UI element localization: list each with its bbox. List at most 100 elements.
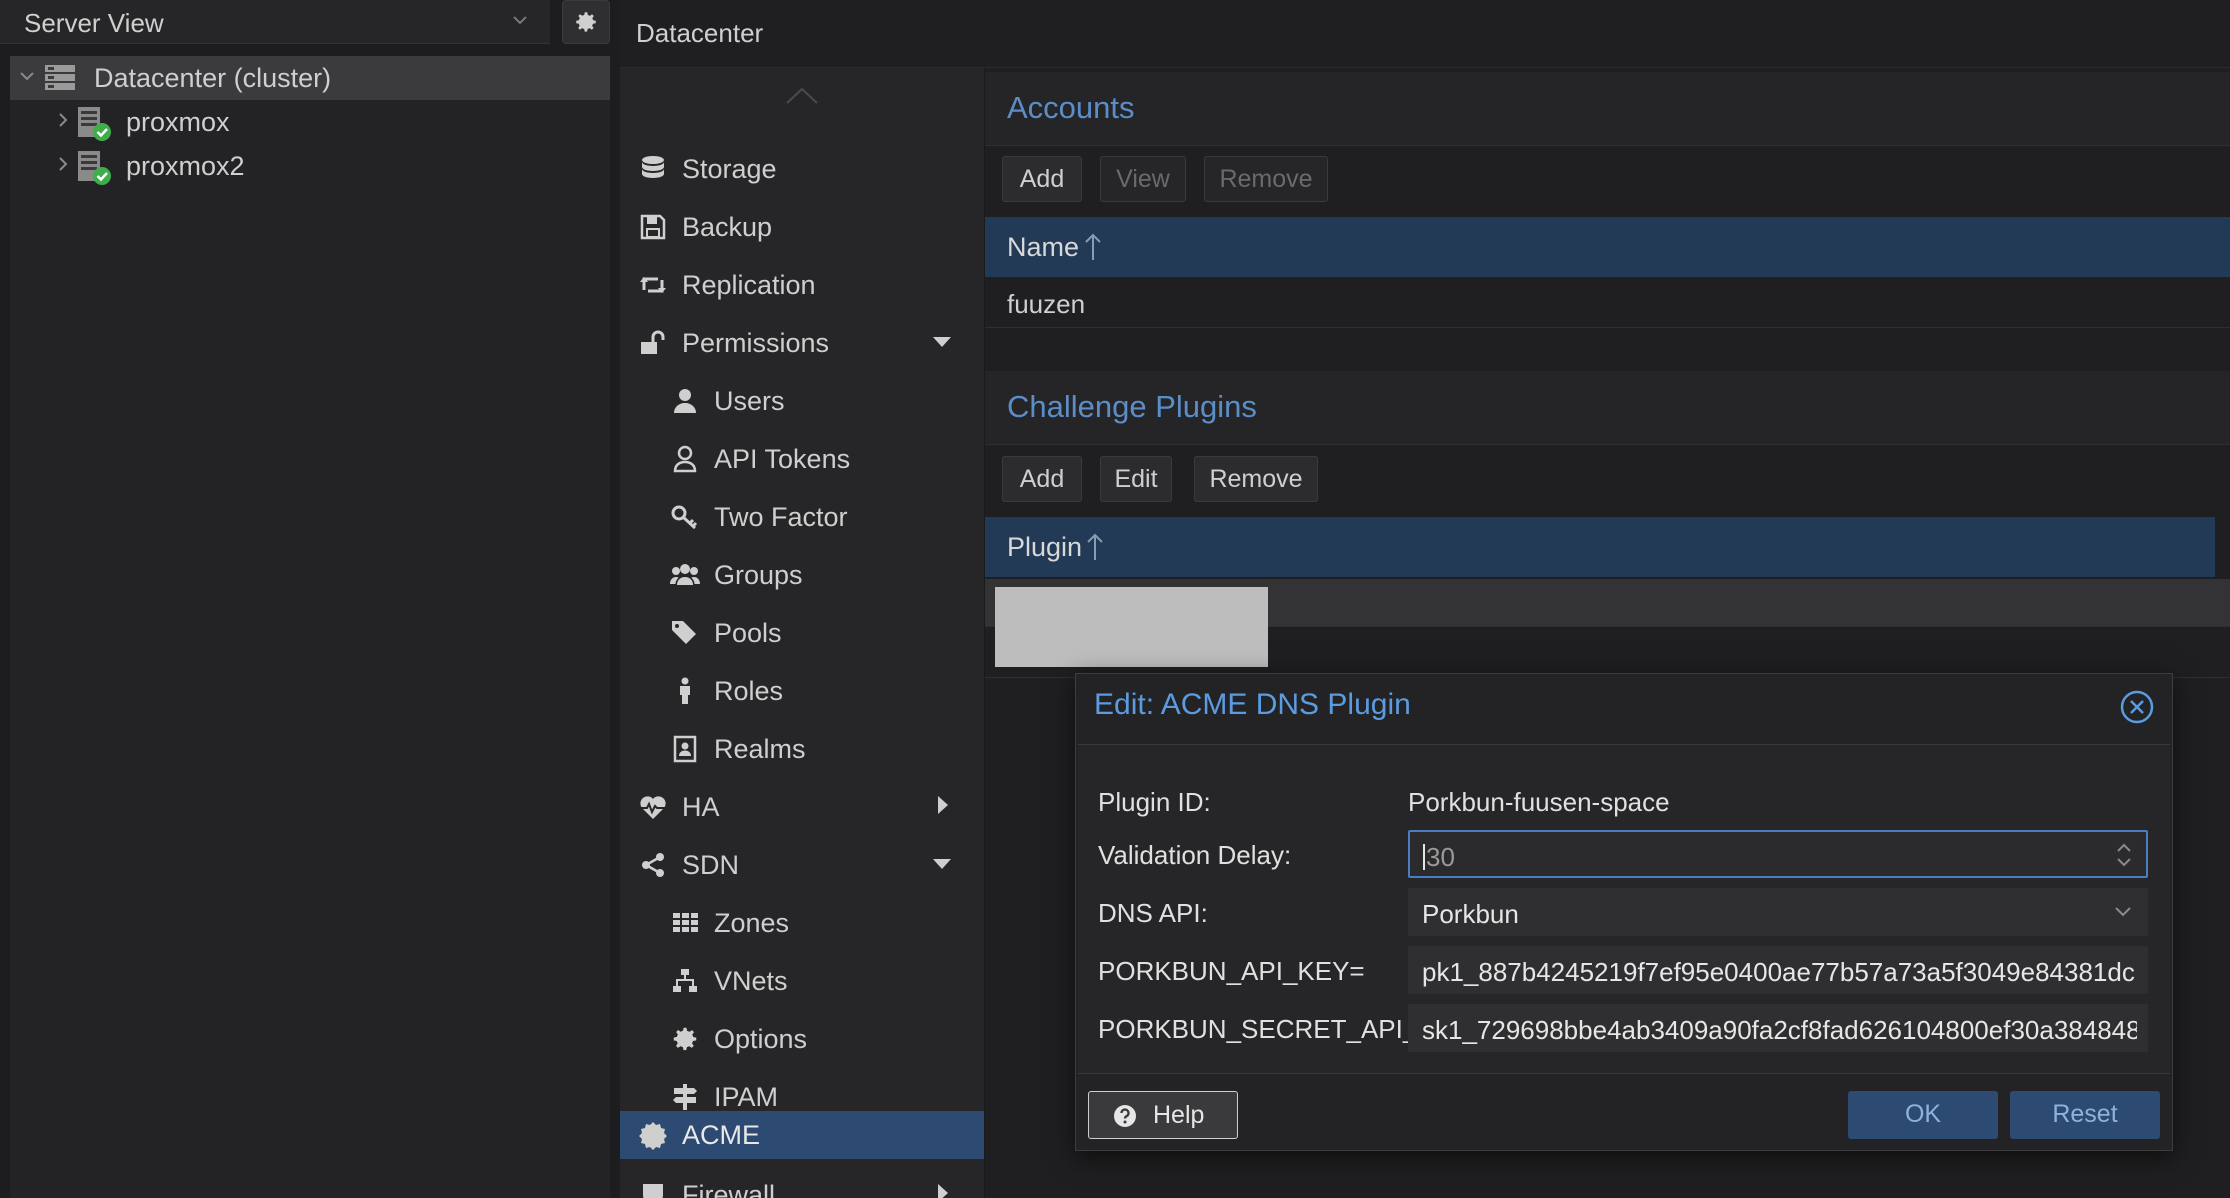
plugin-id-label: Plugin ID: xyxy=(1098,787,1211,817)
nav-label: Replication xyxy=(682,270,816,300)
nav-item-replication[interactable]: Replication xyxy=(620,259,984,309)
question-circle-icon xyxy=(1114,1105,1136,1127)
nav-label: Two Factor xyxy=(714,502,848,532)
text-cursor xyxy=(1423,844,1425,870)
nav-label: Permissions xyxy=(682,328,830,358)
column-header-name[interactable]: Name xyxy=(1007,232,1079,263)
caret-right-icon[interactable] xyxy=(936,795,950,815)
nav-label: Firewall xyxy=(682,1180,776,1198)
nav-item-api-tokens[interactable]: API Tokens xyxy=(620,433,984,483)
accounts-add-button[interactable]: Add xyxy=(1002,156,1082,202)
network-icon xyxy=(642,853,664,877)
plugins-remove-button[interactable]: Remove xyxy=(1194,456,1318,502)
edit-acme-dns-plugin-dialog: Edit: ACME DNS Plugin Plugin ID: Porkbun… xyxy=(1075,673,2173,1151)
users-icon xyxy=(670,564,700,585)
accounts-view-button[interactable]: View xyxy=(1100,156,1186,202)
nav-label: VNets xyxy=(714,966,788,996)
validation-delay-row: Validation Delay: 30 xyxy=(1098,830,2158,880)
redacted-block xyxy=(995,587,1268,667)
plugins-edit-button[interactable]: Edit xyxy=(1100,456,1172,502)
datacenter-icon xyxy=(45,65,75,90)
nav-item-roles[interactable]: Roles xyxy=(620,665,984,715)
nav-item-groups[interactable]: Groups xyxy=(620,549,984,599)
nav-label: SDN xyxy=(682,850,740,880)
api-key-value: pk1_887b4245219f7ef95e0400ae77b57a73a5f3… xyxy=(1422,957,2135,987)
tree-body: Datacenter (cluster) proxmox proxmox2 xyxy=(10,56,610,1198)
chevron-right-icon xyxy=(59,113,68,127)
plugin-id-value: Porkbun-fuusen-space xyxy=(1408,787,1670,817)
tree-settings-button[interactable] xyxy=(562,0,610,44)
plugins-title: Challenge Plugins xyxy=(1007,389,1257,424)
gear-icon xyxy=(673,1027,697,1051)
close-icon[interactable] xyxy=(2120,690,2154,724)
caret-down-icon[interactable] xyxy=(932,335,952,349)
api-key-input[interactable]: pk1_887b4245219f7ef95e0400ae77b57a73a5f3… xyxy=(1408,946,2148,994)
nav-item-zones[interactable]: Zones xyxy=(620,897,984,947)
plugins-add-button[interactable]: Add xyxy=(1002,456,1082,502)
nav-label: API Tokens xyxy=(714,444,851,474)
accounts-remove-button[interactable]: Remove xyxy=(1204,156,1328,202)
secret-key-row: PORKBUN_SECRET_API_KEY= sk1_729698bbe4ab… xyxy=(1098,1004,2158,1054)
nav-item-backup[interactable]: Backup xyxy=(620,201,984,251)
accounts-panel-header: Accounts xyxy=(985,72,2230,146)
floppy-icon xyxy=(640,214,666,240)
male-icon xyxy=(680,677,690,704)
key-icon xyxy=(671,505,698,530)
nav-item-acme[interactable]: ACME xyxy=(620,1111,984,1159)
caret-right-icon[interactable] xyxy=(936,1183,950,1198)
chevron-right-icon xyxy=(59,157,68,171)
accounts-grid-header[interactable]: Name xyxy=(985,217,2230,277)
tags-icon xyxy=(672,621,696,644)
validation-delay-input[interactable]: 30 xyxy=(1408,830,2148,878)
tree-item-datacenter[interactable]: Datacenter (cluster) xyxy=(10,56,610,100)
nav-item-firewall[interactable]: Firewall xyxy=(620,1169,984,1198)
api-key-label: PORKBUN_API_KEY= xyxy=(1098,956,1365,986)
caret-down-icon[interactable] xyxy=(932,857,952,871)
nav-item-ha[interactable]: HA xyxy=(620,781,984,831)
nav-item-two-factor[interactable]: Two Factor xyxy=(620,491,984,541)
chevron-down-icon xyxy=(513,16,527,25)
nav-item-options[interactable]: Options xyxy=(620,1013,984,1063)
nav-item-vnets[interactable]: VNets xyxy=(620,955,984,1005)
tree-item-node[interactable]: proxmox xyxy=(10,100,610,144)
dns-api-select[interactable]: Porkbun xyxy=(1408,888,2148,936)
content-header: Datacenter xyxy=(620,0,2230,68)
dns-api-value: Porkbun xyxy=(1422,899,1519,929)
gear-icon xyxy=(576,12,596,32)
nav-item-users[interactable]: Users xyxy=(620,375,984,425)
dialog-form: Plugin ID: Porkbun-fuusen-space Validati… xyxy=(1078,744,2170,1074)
table-row[interactable]: fuuzen xyxy=(985,278,2230,328)
tree-item-node[interactable]: proxmox2 xyxy=(10,144,610,188)
nav-label: Groups xyxy=(714,560,803,590)
spinner-arrows-icon[interactable] xyxy=(2114,839,2134,871)
dns-api-row: DNS API: Porkbun xyxy=(1098,888,2158,938)
server-view-select[interactable]: Server View xyxy=(0,0,550,44)
reset-button[interactable]: Reset xyxy=(2010,1091,2160,1139)
ok-button[interactable]: OK xyxy=(1848,1091,1998,1139)
column-header-plugin[interactable]: Plugin xyxy=(1007,532,1082,563)
unlock-icon xyxy=(641,330,665,354)
map-signs-icon xyxy=(673,1084,697,1110)
api-key-row: PORKBUN_API_KEY= pk1_887b4245219f7ef95e0… xyxy=(1098,946,2158,996)
nav-label: ACME xyxy=(682,1120,761,1150)
scroll-up-icon[interactable] xyxy=(785,84,819,106)
node-online-icon xyxy=(78,151,111,185)
nav-label: Pools xyxy=(714,618,782,648)
nav-item-permissions[interactable]: Permissions xyxy=(620,317,984,367)
user-icon xyxy=(674,389,696,413)
nav-label: Options xyxy=(714,1024,808,1054)
nav-label: Backup xyxy=(682,212,773,242)
dns-api-label: DNS API: xyxy=(1098,898,1208,928)
plugins-panel-header: Challenge Plugins xyxy=(985,371,2230,445)
plugins-grid-header[interactable]: Plugin xyxy=(985,517,2215,577)
nav-item-pools[interactable]: Pools xyxy=(620,607,984,657)
tree-item-label: Datacenter (cluster) xyxy=(94,63,332,93)
nav-item-sdn[interactable]: SDN xyxy=(620,839,984,889)
nav-label: HA xyxy=(682,792,720,822)
secret-key-input[interactable]: sk1_729698bbe4ab3409a90fa2cf8fad62610480… xyxy=(1408,1004,2148,1052)
chevron-down-icon xyxy=(2115,907,2131,917)
nav-item-realms[interactable]: Realms xyxy=(620,723,984,773)
help-button[interactable]: Help xyxy=(1088,1091,1238,1139)
account-name: fuuzen xyxy=(1007,289,1086,319)
nav-item-storage[interactable]: Storage xyxy=(620,143,984,193)
